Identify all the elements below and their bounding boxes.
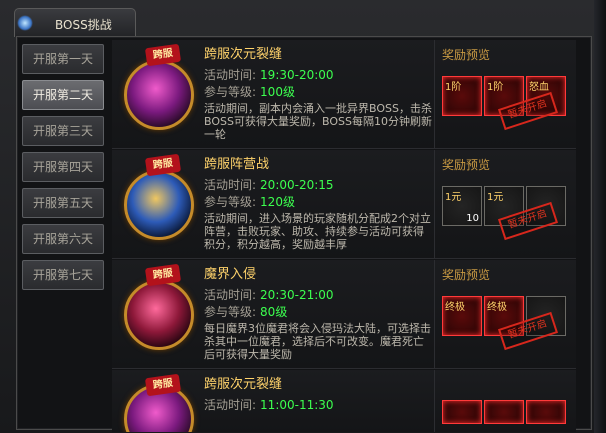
reward-tag: 终极 [487,302,507,313]
time-label: 活动时间: [204,68,257,82]
reward-tag: 怒血 [529,82,549,93]
event-description: 每日魔界3位魔君将会入侵玛法大陆，可选择击杀其中一位魔君，选择后不可改变。魔君死… [204,322,431,361]
event-level-row: 参与等级: 120级 [204,193,295,210]
day-tab-4[interactable]: 开服第四天 [22,152,104,182]
event-name: 跨服次元裂缝 [204,47,283,62]
card-divider [434,40,435,148]
event-description: 活动期间，副本内会涌入一批异界BOSS，击杀BOSS可获得大量奖励，BOSS每隔… [204,102,432,141]
reward-count: 10 [466,213,479,224]
boss-badge: 跨服 [144,153,182,177]
time-label: 活动时间: [204,398,257,412]
time-label: 活动时间: [204,178,257,192]
event-time: 20:30-21:00 [260,288,334,302]
event-level-row: 参与等级: 80级 [204,303,287,320]
reward-tag: 1阶 [487,82,504,93]
event-description: 活动期间，进入场景的玩家随机分配成2个对立阵营，击败玩家、助攻、持续参与活动可获… [204,212,431,251]
reward-item-icon[interactable]: 1阶 [442,76,482,116]
event-time-row: 活动时间: 20:30-21:00 [204,286,334,303]
boss-portrait-icon [124,60,194,130]
event-name: 跨服阵营战 [204,157,270,172]
event-level: 100级 [260,85,295,99]
reward-item-icon[interactable] [484,400,524,424]
boss-portrait-icon [124,170,194,240]
event-time: 19:30-20:00 [260,68,334,82]
reward-tag: 1阶 [445,82,462,93]
reward-tag: 终极 [445,302,465,313]
event-card: 跨服 跨服阵营战 活动时间: 20:00-20:15 参与等级: 120级 活动期间… [112,150,576,259]
card-divider [434,150,435,258]
card-divider [434,370,435,432]
reward-preview-title: 奖励预览 [442,268,491,282]
boss-badge: 跨服 [144,43,182,67]
day-tab-5[interactable]: 开服第五天 [22,188,104,218]
reward-item-icon[interactable]: 终极 [442,296,482,336]
window-edge [594,0,606,433]
event-name: 跨服次元裂缝 [204,377,283,392]
event-time-row: 活动时间: 20:00-20:15 [204,176,334,193]
window-title: BOSS挑战 [55,18,112,32]
event-level: 80级 [260,305,288,319]
boss-badge: 跨服 [144,263,182,287]
reward-item-icon[interactable]: 1元 10 [442,186,482,226]
level-label: 参与等级: [204,85,257,99]
time-label: 活动时间: [204,288,257,302]
event-name: 魔界入侵 [204,267,257,282]
gem-icon [17,15,33,31]
boss-portrait-icon [124,280,194,350]
event-time-row: 活动时间: 19:30-20:00 [204,66,334,83]
day-tab-1[interactable]: 开服第一天 [22,44,104,74]
window-title-tab: BOSS挑战 [14,8,136,37]
event-card: 跨服 魔界入侵 活动时间: 20:30-21:00 参与等级: 80级 每日魔界3位… [112,260,576,369]
event-time: 20:00-20:15 [260,178,334,192]
day-tab-6[interactable]: 开服第六天 [22,224,104,254]
reward-item-icon[interactable] [442,400,482,424]
reward-preview-title: 奖励预览 [442,48,491,62]
event-time: 11:00-11:30 [260,398,334,412]
level-label: 参与等级: [204,195,257,209]
day-tab-2[interactable]: 开服第二天 [22,80,104,110]
reward-item-icon[interactable] [526,400,566,424]
event-list[interactable]: 跨服 跨服次元裂缝 活动时间: 19:30-20:00 参与等级: 100级 活动期… [112,40,576,432]
event-card: 跨服 跨服次元裂缝 活动时间: 19:30-20:00 参与等级: 100级 活动期… [112,40,576,149]
reward-tag: 1元 [445,192,462,203]
day-tab-3[interactable]: 开服第三天 [22,116,104,146]
day-tab-7[interactable]: 开服第七天 [22,260,104,290]
event-time-row: 活动时间: 11:00-11:30 [204,396,334,413]
reward-tag: 1元 [487,192,504,203]
level-label: 参与等级: [204,305,257,319]
reward-preview-title: 奖励预览 [442,158,491,172]
day-sidebar: 开服第一天 开服第二天 开服第三天 开服第四天 开服第五天 开服第六天 开服第七… [22,44,104,296]
event-level: 120级 [260,195,295,209]
event-card: 跨服 跨服次元裂缝 活动时间: 11:00-11:30 [112,370,576,432]
card-divider [434,260,435,368]
event-level-row: 参与等级: 100级 [204,83,295,100]
